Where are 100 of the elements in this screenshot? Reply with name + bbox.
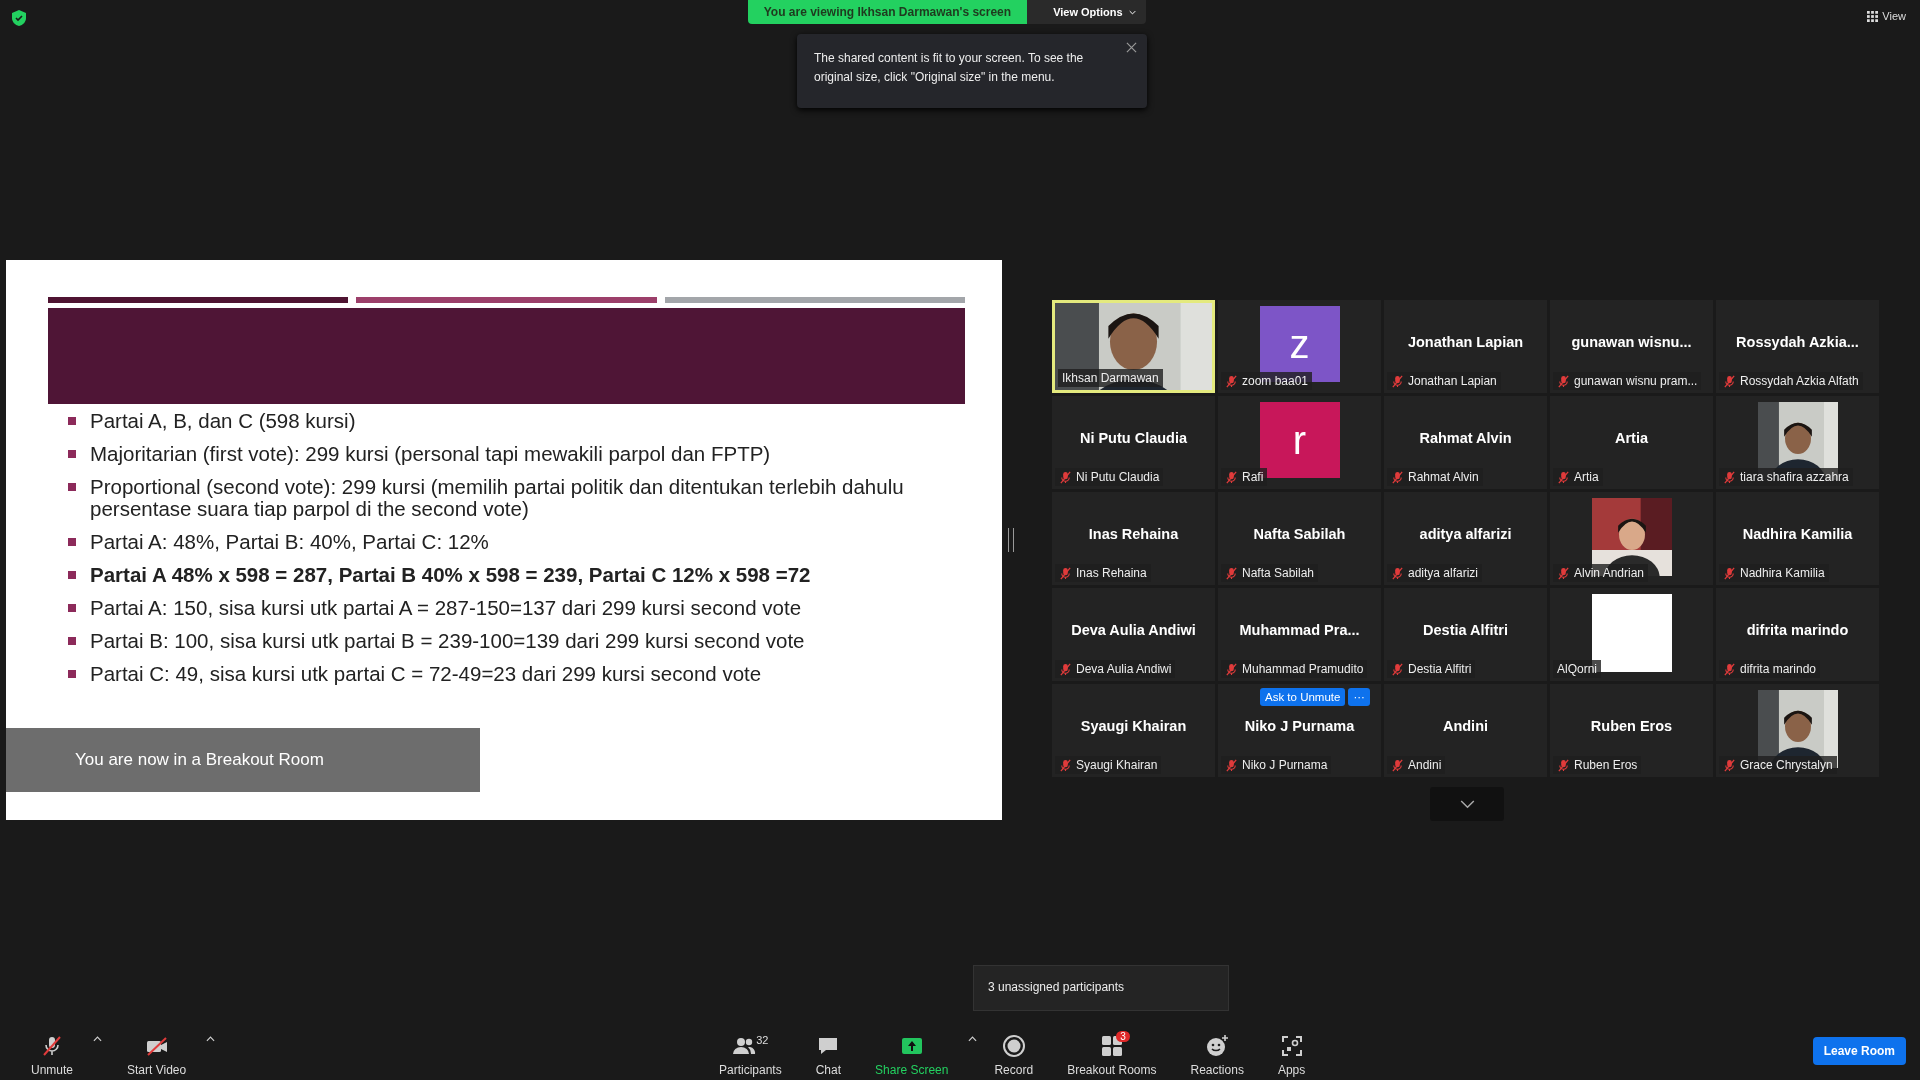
name-label: aditya alfarizi (1387, 564, 1483, 582)
name-label: Rafi (1221, 468, 1268, 486)
participant-tile[interactable]: gunawan wisnu... gunawan wisnu pram... (1550, 300, 1713, 393)
name-label: Syaugi Khairan (1055, 756, 1162, 774)
ask-to-unmute-button[interactable]: Ask to Unmute (1260, 688, 1346, 706)
bullet-marker (68, 637, 76, 645)
participant-tile[interactable]: Artia Artia (1550, 396, 1713, 489)
participant-tile[interactable]: Nafta Sabilah Nafta Sabilah (1218, 492, 1381, 585)
muted-mic-icon (1723, 374, 1736, 388)
bullet-text: Partai A, B, dan C (598 kursi) (90, 410, 356, 432)
bullet-marker (68, 670, 76, 678)
participant-tile[interactable]: Andini Andini (1384, 684, 1547, 777)
participant-name: Ni Putu Claudia (1079, 429, 1188, 446)
leave-room-button[interactable]: Leave Room (1812, 1037, 1906, 1065)
splitter-handle[interactable] (1008, 528, 1014, 552)
smiley-icon (1205, 1034, 1230, 1058)
view-options-button[interactable]: View Options (1027, 0, 1146, 24)
muted-mic-icon (1391, 470, 1404, 484)
muted-mic-icon (1059, 758, 1072, 772)
participant-tile[interactable]: Ruben Eros Ruben Eros (1550, 684, 1713, 777)
participant-tile[interactable]: Inas Rehaina Inas Rehaina (1052, 492, 1215, 585)
more-button[interactable]: ··· (1348, 688, 1370, 706)
participant-tile[interactable]: Destia Alfitri Destia Alfitri (1384, 588, 1547, 681)
participant-tile[interactable]: Nadhira Kamilia Nadhira Kamilia (1716, 492, 1879, 585)
share-button[interactable]: Share Screen (858, 1034, 966, 1077)
muted-mic-icon (1059, 470, 1072, 484)
participant-tile[interactable]: Jonathan Lapian Jonathan Lapian (1384, 300, 1547, 393)
participant-tile[interactable]: Ask to Unmute ··· Niko J Purnama Niko J Purnama (1218, 684, 1381, 777)
name-label: Ikhsan Darmawan (1058, 369, 1163, 387)
participant-tile[interactable]: Muhammad Pra... Muhammad Pramudito (1218, 588, 1381, 681)
participant-name: gunawan wisnu... (1571, 333, 1692, 350)
apps-button[interactable]: Apps (1260, 1034, 1323, 1077)
muted-mic-icon (1391, 566, 1404, 580)
muted-mic-icon (1557, 470, 1570, 484)
record-icon (1001, 1034, 1026, 1058)
participant-tile[interactable]: Grace Chrystalyn (1716, 684, 1879, 777)
name-label: gunawan wisnu pram... (1553, 372, 1702, 390)
reactions-button[interactable]: Reactions (1173, 1034, 1261, 1077)
grid-icon (1867, 10, 1879, 22)
caret-icon[interactable] (93, 1036, 103, 1042)
chevron-down-icon (1459, 799, 1475, 809)
muted-mic-icon (1059, 662, 1072, 676)
muted-mic-icon (1225, 662, 1238, 676)
bullet-marker (68, 483, 76, 491)
participant-name: difrita marindo (1746, 621, 1849, 638)
muted-mic-icon (1557, 374, 1570, 388)
participant-name: Rossydah Azkia... (1736, 333, 1859, 350)
participant-name: Ruben Eros (1590, 717, 1673, 734)
participants-button[interactable]: 32 Participants (702, 1034, 799, 1077)
camera-button[interactable]: Start Video (110, 1034, 204, 1077)
bullet-marker (68, 604, 76, 612)
breakout-toast: You are now in a Breakout Room (6, 728, 480, 792)
view-button[interactable]: View (1867, 10, 1906, 22)
close-icon[interactable] (1126, 42, 1137, 53)
muted-mic-icon (1059, 566, 1072, 580)
name-label: Deva Aulia Andiwi (1055, 660, 1176, 678)
participant-count: 32 (756, 1034, 769, 1048)
participant-tile[interactable]: Ikhsan Darmawan (1052, 300, 1215, 393)
bullet-text: Partai A: 48%, Partai B: 40%, Partai C: 12% (90, 531, 489, 553)
muted-mic-icon (1723, 470, 1736, 484)
bullet-marker (68, 417, 76, 425)
participant-name: Rahmat Alvin (1419, 429, 1512, 446)
participant-tile[interactable]: tiara shafira azzahra (1716, 396, 1879, 489)
bullet-marker (68, 450, 76, 458)
participant-tile[interactable]: difrita marindo difrita marindo (1716, 588, 1879, 681)
participant-tile[interactable]: Rahmat Alvin Rahmat Alvin (1384, 396, 1547, 489)
muted-mic-icon (1723, 758, 1736, 772)
mic-button[interactable]: Unmute (14, 1034, 91, 1077)
participant-name: Nafta Sabilah (1253, 525, 1346, 542)
name-label: AlQorni (1553, 660, 1601, 678)
bullet-text: Majoritarian (first vote): 299 kursi (personal tapi mewakili parpol dan FPTP) (90, 443, 771, 465)
muted-mic-icon (1225, 758, 1238, 772)
apps-icon (1279, 1034, 1304, 1058)
muted-mic-icon (1225, 470, 1238, 484)
participant-tile[interactable]: AlQorni (1550, 588, 1713, 681)
shield-icon[interactable] (12, 10, 26, 26)
participant-tile[interactable]: Ni Putu Claudia Ni Putu Claudia (1052, 396, 1215, 489)
bullet-text: Partai A 48% x 598 = 287, Partai B 40% x 598 = 239, Partai C 12% x 598 =72 (90, 564, 811, 586)
unassigned-tooltip: 3 unassigned participants (973, 965, 1229, 1011)
participant-tile[interactable]: Deva Aulia Andiwi Deva Aulia Andiwi (1052, 588, 1215, 681)
name-label: zoom baa01 (1221, 372, 1313, 390)
record-button[interactable]: Record (977, 1034, 1051, 1077)
participant-tile[interactable]: z zoom baa01 (1218, 300, 1381, 393)
participant-name: Artia (1614, 429, 1648, 446)
participant-tile[interactable]: r Rafi (1218, 396, 1381, 489)
participant-tile[interactable]: Rossydah Azkia... Rossydah Azkia Alfath (1716, 300, 1879, 393)
bullet-marker (68, 538, 76, 546)
name-label: Ruben Eros (1553, 756, 1642, 774)
caret-icon[interactable] (968, 1036, 978, 1042)
participant-tile[interactable]: aditya alfarizi aditya alfarizi (1384, 492, 1547, 585)
participant-tile[interactable]: Syaugi Khairan Syaugi Khairan (1052, 684, 1215, 777)
name-label: Rossydah Azkia Alfath (1719, 372, 1863, 390)
chat-button[interactable]: Chat (798, 1034, 859, 1077)
participant-tile[interactable]: Alvin Andrian (1550, 492, 1713, 585)
caret-icon[interactable] (206, 1036, 216, 1042)
muted-mic-icon (1557, 566, 1570, 580)
muted-mic-icon (1391, 758, 1404, 772)
breakout-button[interactable]: 3 Breakout Rooms (1050, 1034, 1174, 1077)
bullet-text: Partai A: 150, sisa kursi utk partai A = 287-150=137 dari 299 kursi second vote (90, 597, 802, 619)
notice-text: The shared content is fit to your screen. To see the original size, click "Original size" in the menu. (814, 51, 1084, 84)
